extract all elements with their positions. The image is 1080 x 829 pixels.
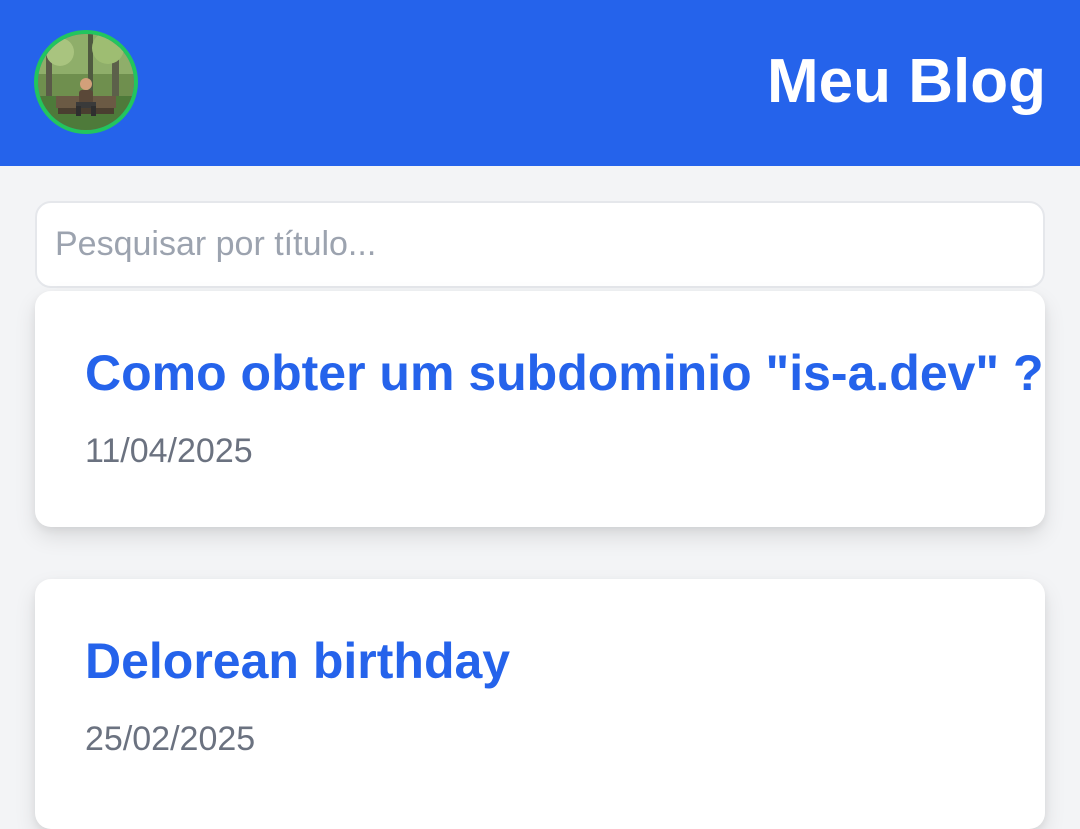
post-date: 25/02/2025 (85, 720, 256, 758)
search-box (35, 201, 1045, 288)
post-card[interactable]: Delorean birthday 25/02/2025 (35, 579, 1045, 829)
post-date: 11/04/2025 (85, 432, 253, 470)
post-title-link[interactable]: Como obter um subdominio "is-a.dev" ? (85, 341, 1044, 405)
post-card[interactable]: Como obter um subdominio "is-a.dev" ? 11… (35, 291, 1045, 527)
profile-avatar[interactable] (34, 30, 138, 134)
profile-photo-icon (38, 34, 134, 130)
site-header: Meu Blog (0, 0, 1080, 166)
search-input[interactable] (37, 203, 1043, 286)
blog-title: Meu Blog (767, 47, 1046, 116)
post-title-link[interactable]: Delorean birthday (85, 629, 510, 693)
